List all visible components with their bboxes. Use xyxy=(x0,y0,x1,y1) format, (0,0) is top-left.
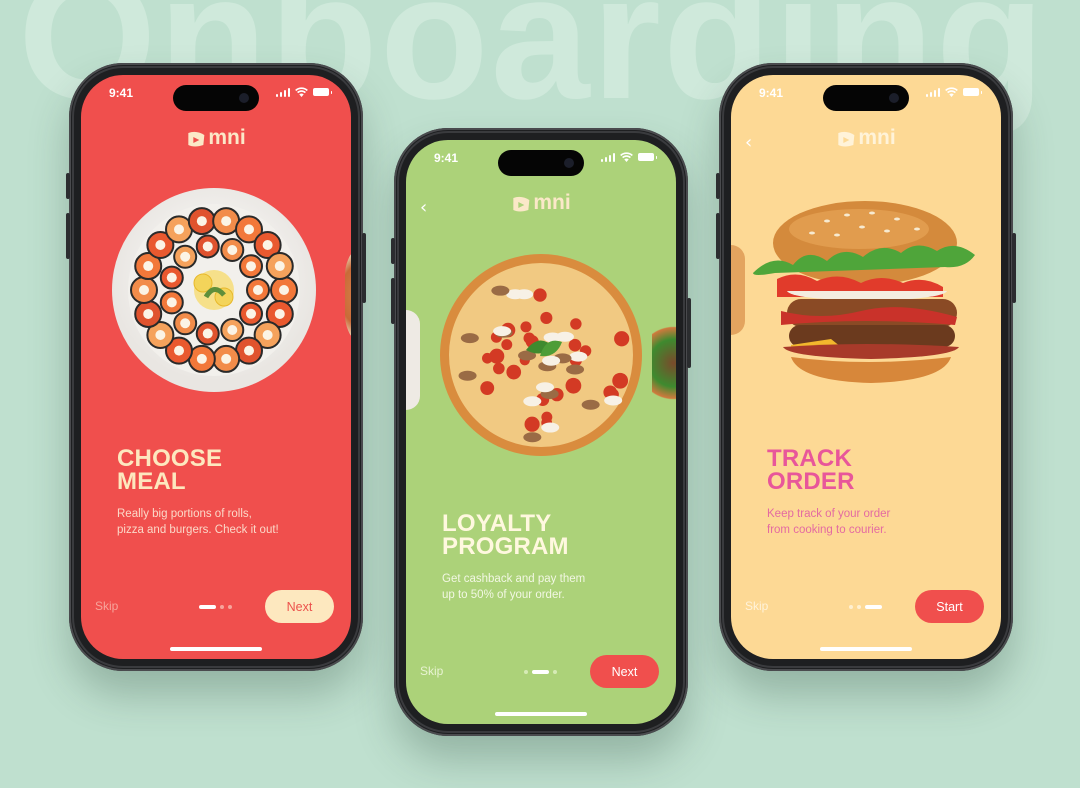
page-indicator xyxy=(524,670,557,674)
wifi-icon xyxy=(945,87,958,97)
onboarding-title: LOYALTY PROGRAM xyxy=(442,510,569,560)
battery-icon xyxy=(313,88,332,96)
home-indicator xyxy=(495,712,587,716)
page-dot xyxy=(199,605,216,609)
signal-icon xyxy=(275,87,290,97)
next-food-peek xyxy=(345,235,351,355)
logo-mark-icon xyxy=(188,131,205,147)
dynamic-island xyxy=(173,85,259,111)
signal-icon xyxy=(600,152,615,162)
title-line: CHOOSE xyxy=(117,445,223,472)
subtitle-line: from cooking to courier. xyxy=(767,524,887,536)
page-dot xyxy=(228,605,232,609)
wifi-icon xyxy=(295,87,308,97)
phone-track-order: 9:41 ‹ mni TRACK ORDER Keep track of you… xyxy=(716,63,1016,671)
subtitle-line: Keep track of your order xyxy=(767,508,891,520)
status-icons xyxy=(925,87,982,97)
page-dot xyxy=(865,605,882,609)
onboarding-screen: 9:41 mni CHOOSE MEAL Really big portions… xyxy=(81,75,351,659)
title-line: TRACK xyxy=(767,445,852,472)
status-time: 9:41 xyxy=(759,86,784,100)
page-indicator xyxy=(199,605,232,609)
status-time: 9:41 xyxy=(434,151,459,165)
dynamic-island xyxy=(498,150,584,176)
back-arrow-icon[interactable]: ‹ xyxy=(420,199,430,217)
phone-choose-meal: 9:41 mni CHOOSE MEAL Really big portions… xyxy=(66,63,366,671)
page-dot xyxy=(532,670,549,674)
app-logo: mni xyxy=(186,126,246,149)
wifi-icon xyxy=(620,152,633,162)
onboarding-title: CHOOSE MEAL xyxy=(117,445,223,495)
home-indicator xyxy=(170,647,262,651)
status-icons xyxy=(600,152,657,162)
onboarding-screen: 9:41 ‹ mni LOYALTY PROGRAM Get cashback … xyxy=(406,140,676,724)
logo-text: mni xyxy=(208,126,246,149)
page-dot xyxy=(553,670,557,674)
onboarding-subtitle: Keep track of your order from cooking to… xyxy=(767,506,890,538)
signal-icon xyxy=(925,87,940,97)
logo-text: mni xyxy=(858,126,896,149)
status-time: 9:41 xyxy=(109,86,134,100)
title-line: LOYALTY xyxy=(442,510,552,537)
app-logo: mni xyxy=(836,126,896,149)
skip-button[interactable]: Skip xyxy=(745,599,768,613)
start-button[interactable]: Start xyxy=(915,590,984,623)
skip-button[interactable]: Skip xyxy=(95,599,118,613)
previous-food-peek xyxy=(406,310,420,410)
subtitle-line: Get cashback and pay them xyxy=(442,573,586,585)
next-button[interactable]: Next xyxy=(590,655,659,688)
title-line: PROGRAM xyxy=(442,533,569,560)
pizza-image xyxy=(440,254,642,456)
battery-icon xyxy=(963,88,982,96)
onboarding-screen: 9:41 ‹ mni TRACK ORDER Keep track of you… xyxy=(731,75,1001,659)
phone-loyalty-program: 9:41 ‹ mni LOYALTY PROGRAM Get cashback … xyxy=(391,128,691,736)
onboarding-title: TRACK ORDER xyxy=(767,445,855,495)
previous-food-peek xyxy=(731,245,745,335)
title-line: ORDER xyxy=(767,468,855,495)
app-logo: mni xyxy=(511,191,571,214)
page-dot xyxy=(857,605,861,609)
status-icons xyxy=(275,87,332,97)
next-food-peek xyxy=(652,308,676,418)
logo-mark-icon xyxy=(513,196,530,212)
subtitle-line: up to 50% of your order. xyxy=(442,589,565,601)
skip-button[interactable]: Skip xyxy=(420,664,443,678)
battery-icon xyxy=(638,153,657,161)
page-dot xyxy=(524,670,528,674)
subtitle-line: Really big portions of rolls, xyxy=(117,508,252,520)
back-arrow-icon[interactable]: ‹ xyxy=(745,134,755,152)
sushi-platter-image xyxy=(112,188,316,392)
onboarding-subtitle: Really big portions of rolls, pizza and … xyxy=(117,506,279,538)
subtitle-line: pizza and burgers. Check it out! xyxy=(117,524,279,536)
home-indicator xyxy=(820,647,912,651)
page-dot xyxy=(849,605,853,609)
title-line: MEAL xyxy=(117,468,186,495)
dynamic-island xyxy=(823,85,909,111)
logo-mark-icon xyxy=(838,131,855,147)
page-indicator xyxy=(849,605,882,609)
page-dot xyxy=(220,605,224,609)
burger-image xyxy=(753,201,975,383)
logo-text: mni xyxy=(533,191,571,214)
next-button[interactable]: Next xyxy=(265,590,334,623)
onboarding-subtitle: Get cashback and pay them up to 50% of y… xyxy=(442,571,585,603)
